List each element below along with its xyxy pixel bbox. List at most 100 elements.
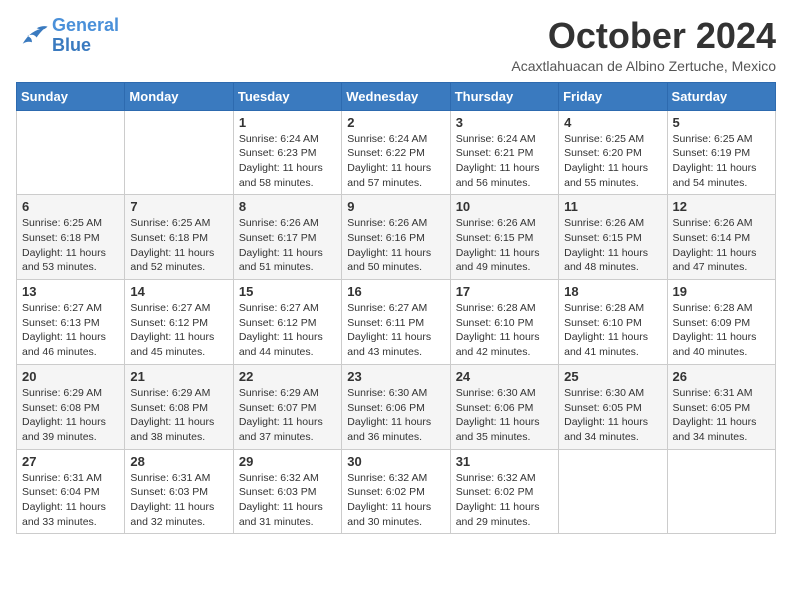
day-info: Sunrise: 6:25 AMSunset: 6:19 PMDaylight:… bbox=[673, 132, 770, 191]
calendar-cell: 7Sunrise: 6:25 AMSunset: 6:18 PMDaylight… bbox=[125, 195, 233, 280]
calendar-cell bbox=[17, 110, 125, 195]
day-number: 2 bbox=[347, 115, 444, 130]
day-number: 8 bbox=[239, 199, 336, 214]
day-number: 17 bbox=[456, 284, 553, 299]
day-info: Sunrise: 6:24 AMSunset: 6:23 PMDaylight:… bbox=[239, 132, 336, 191]
weekday-header-saturday: Saturday bbox=[667, 82, 775, 110]
day-number: 24 bbox=[456, 369, 553, 384]
day-number: 30 bbox=[347, 454, 444, 469]
day-number: 20 bbox=[22, 369, 119, 384]
calendar-cell bbox=[559, 449, 667, 534]
day-number: 16 bbox=[347, 284, 444, 299]
day-info: Sunrise: 6:28 AMSunset: 6:10 PMDaylight:… bbox=[456, 301, 553, 360]
day-number: 27 bbox=[22, 454, 119, 469]
day-number: 19 bbox=[673, 284, 770, 299]
day-number: 1 bbox=[239, 115, 336, 130]
day-info: Sunrise: 6:26 AMSunset: 6:15 PMDaylight:… bbox=[456, 216, 553, 275]
day-info: Sunrise: 6:27 AMSunset: 6:12 PMDaylight:… bbox=[130, 301, 227, 360]
day-number: 25 bbox=[564, 369, 661, 384]
calendar-cell: 20 Sunrise: 6:29 AMSunset: 6:08 PMDayligh… bbox=[17, 364, 125, 449]
day-info: Sunrise: 6:31 AMSunset: 6:03 PMDaylight:… bbox=[130, 471, 227, 530]
day-number: 22 bbox=[239, 369, 336, 384]
day-number: 13 bbox=[22, 284, 119, 299]
day-info: Sunrise: 6:26 AMSunset: 6:16 PMDaylight:… bbox=[347, 216, 444, 275]
day-info: Sunrise: 6:32 AMSunset: 6:03 PMDaylight:… bbox=[239, 471, 336, 530]
weekday-header-sunday: Sunday bbox=[17, 82, 125, 110]
calendar-cell: 10 Sunrise: 6:26 AMSunset: 6:15 PMDayligh… bbox=[450, 195, 558, 280]
day-info: Sunrise: 6:26 AMSunset: 6:14 PMDaylight:… bbox=[673, 216, 770, 275]
calendar-cell: 4Sunrise: 6:25 AMSunset: 6:20 PMDaylight… bbox=[559, 110, 667, 195]
day-info: Sunrise: 6:30 AMSunset: 6:06 PMDaylight:… bbox=[456, 386, 553, 445]
day-number: 15 bbox=[239, 284, 336, 299]
day-info: Sunrise: 6:29 AMSunset: 6:07 PMDaylight:… bbox=[239, 386, 336, 445]
calendar-cell: 27Sunrise: 6:31 AMSunset: 6:04 PMDayligh… bbox=[17, 449, 125, 534]
page-header: General Blue October 2024 Acaxtlahuacan … bbox=[16, 16, 776, 74]
day-number: 18 bbox=[564, 284, 661, 299]
calendar-cell: 26 Sunrise: 6:31 AMSunset: 6:05 PMDayligh… bbox=[667, 364, 775, 449]
day-info: Sunrise: 6:32 AMSunset: 6:02 PMDaylight:… bbox=[456, 471, 553, 530]
calendar-cell: 8 Sunrise: 6:26 AMSunset: 6:17 PMDaylight… bbox=[233, 195, 341, 280]
calendar-cell: 15 Sunrise: 6:27 AMSunset: 6:12 PMDayligh… bbox=[233, 280, 341, 365]
calendar-cell: 11 Sunrise: 6:26 AMSunset: 6:15 PMDayligh… bbox=[559, 195, 667, 280]
day-number: 12 bbox=[673, 199, 770, 214]
calendar-cell: 12 Sunrise: 6:26 AMSunset: 6:14 PMDayligh… bbox=[667, 195, 775, 280]
day-info: Sunrise: 6:24 AMSunset: 6:22 PMDaylight:… bbox=[347, 132, 444, 191]
calendar-cell: 19 Sunrise: 6:28 AMSunset: 6:09 PMDayligh… bbox=[667, 280, 775, 365]
calendar-cell: 28 Sunrise: 6:31 AMSunset: 6:03 PMDayligh… bbox=[125, 449, 233, 534]
calendar-cell: 17 Sunrise: 6:28 AMSunset: 6:10 PMDayligh… bbox=[450, 280, 558, 365]
calendar-cell bbox=[667, 449, 775, 534]
day-number: 6 bbox=[22, 199, 119, 214]
day-info: Sunrise: 6:26 AMSunset: 6:15 PMDaylight:… bbox=[564, 216, 661, 275]
day-info: Sunrise: 6:31 AMSunset: 6:05 PMDaylight:… bbox=[673, 386, 770, 445]
calendar-cell bbox=[125, 110, 233, 195]
calendar-cell: 6Sunrise: 6:25 AMSunset: 6:18 PMDaylight… bbox=[17, 195, 125, 280]
calendar-week-row: 27Sunrise: 6:31 AMSunset: 6:04 PMDayligh… bbox=[17, 449, 776, 534]
day-number: 5 bbox=[673, 115, 770, 130]
day-info: Sunrise: 6:27 AMSunset: 6:11 PMDaylight:… bbox=[347, 301, 444, 360]
logo: General Blue bbox=[16, 16, 119, 56]
month-title: October 2024 bbox=[511, 16, 776, 56]
calendar-week-row: 13Sunrise: 6:27 AMSunset: 6:13 PMDayligh… bbox=[17, 280, 776, 365]
calendar-week-row: 20 Sunrise: 6:29 AMSunset: 6:08 PMDayligh… bbox=[17, 364, 776, 449]
weekday-header-wednesday: Wednesday bbox=[342, 82, 450, 110]
calendar-cell: 24 Sunrise: 6:30 AMSunset: 6:06 PMDayligh… bbox=[450, 364, 558, 449]
calendar-week-row: 1 Sunrise: 6:24 AMSunset: 6:23 PMDaylight… bbox=[17, 110, 776, 195]
day-number: 21 bbox=[130, 369, 227, 384]
weekday-header-thursday: Thursday bbox=[450, 82, 558, 110]
day-info: Sunrise: 6:26 AMSunset: 6:17 PMDaylight:… bbox=[239, 216, 336, 275]
day-info: Sunrise: 6:27 AMSunset: 6:12 PMDaylight:… bbox=[239, 301, 336, 360]
weekday-header-friday: Friday bbox=[559, 82, 667, 110]
day-info: Sunrise: 6:24 AMSunset: 6:21 PMDaylight:… bbox=[456, 132, 553, 191]
day-number: 10 bbox=[456, 199, 553, 214]
day-number: 11 bbox=[564, 199, 661, 214]
day-number: 26 bbox=[673, 369, 770, 384]
calendar-cell: 18 Sunrise: 6:28 AMSunset: 6:10 PMDayligh… bbox=[559, 280, 667, 365]
calendar-cell: 25 Sunrise: 6:30 AMSunset: 6:05 PMDayligh… bbox=[559, 364, 667, 449]
day-info: Sunrise: 6:25 AMSunset: 6:18 PMDaylight:… bbox=[130, 216, 227, 275]
day-info: Sunrise: 6:28 AMSunset: 6:10 PMDaylight:… bbox=[564, 301, 661, 360]
calendar-header-row: SundayMondayTuesdayWednesdayThursdayFrid… bbox=[17, 82, 776, 110]
day-number: 9 bbox=[347, 199, 444, 214]
calendar-cell: 3Sunrise: 6:24 AMSunset: 6:21 PMDaylight… bbox=[450, 110, 558, 195]
day-number: 23 bbox=[347, 369, 444, 384]
calendar-cell: 5 Sunrise: 6:25 AMSunset: 6:19 PMDaylight… bbox=[667, 110, 775, 195]
calendar-cell: 1 Sunrise: 6:24 AMSunset: 6:23 PMDaylight… bbox=[233, 110, 341, 195]
day-number: 31 bbox=[456, 454, 553, 469]
day-info: Sunrise: 6:28 AMSunset: 6:09 PMDaylight:… bbox=[673, 301, 770, 360]
calendar-cell: 9 Sunrise: 6:26 AMSunset: 6:16 PMDaylight… bbox=[342, 195, 450, 280]
weekday-header-tuesday: Tuesday bbox=[233, 82, 341, 110]
day-number: 14 bbox=[130, 284, 227, 299]
day-number: 29 bbox=[239, 454, 336, 469]
calendar-cell: 22 Sunrise: 6:29 AMSunset: 6:07 PMDayligh… bbox=[233, 364, 341, 449]
calendar-table: SundayMondayTuesdayWednesdayThursdayFrid… bbox=[16, 82, 776, 535]
calendar-cell: 29 Sunrise: 6:32 AMSunset: 6:03 PMDayligh… bbox=[233, 449, 341, 534]
day-number: 28 bbox=[130, 454, 227, 469]
calendar-cell: 2 Sunrise: 6:24 AMSunset: 6:22 PMDaylight… bbox=[342, 110, 450, 195]
logo-icon bbox=[16, 22, 48, 50]
day-info: Sunrise: 6:30 AMSunset: 6:06 PMDaylight:… bbox=[347, 386, 444, 445]
calendar-cell: 31 Sunrise: 6:32 AMSunset: 6:02 PMDayligh… bbox=[450, 449, 558, 534]
day-info: Sunrise: 6:29 AMSunset: 6:08 PMDaylight:… bbox=[22, 386, 119, 445]
day-number: 4 bbox=[564, 115, 661, 130]
calendar-cell: 21Sunrise: 6:29 AMSunset: 6:08 PMDayligh… bbox=[125, 364, 233, 449]
day-info: Sunrise: 6:30 AMSunset: 6:05 PMDaylight:… bbox=[564, 386, 661, 445]
